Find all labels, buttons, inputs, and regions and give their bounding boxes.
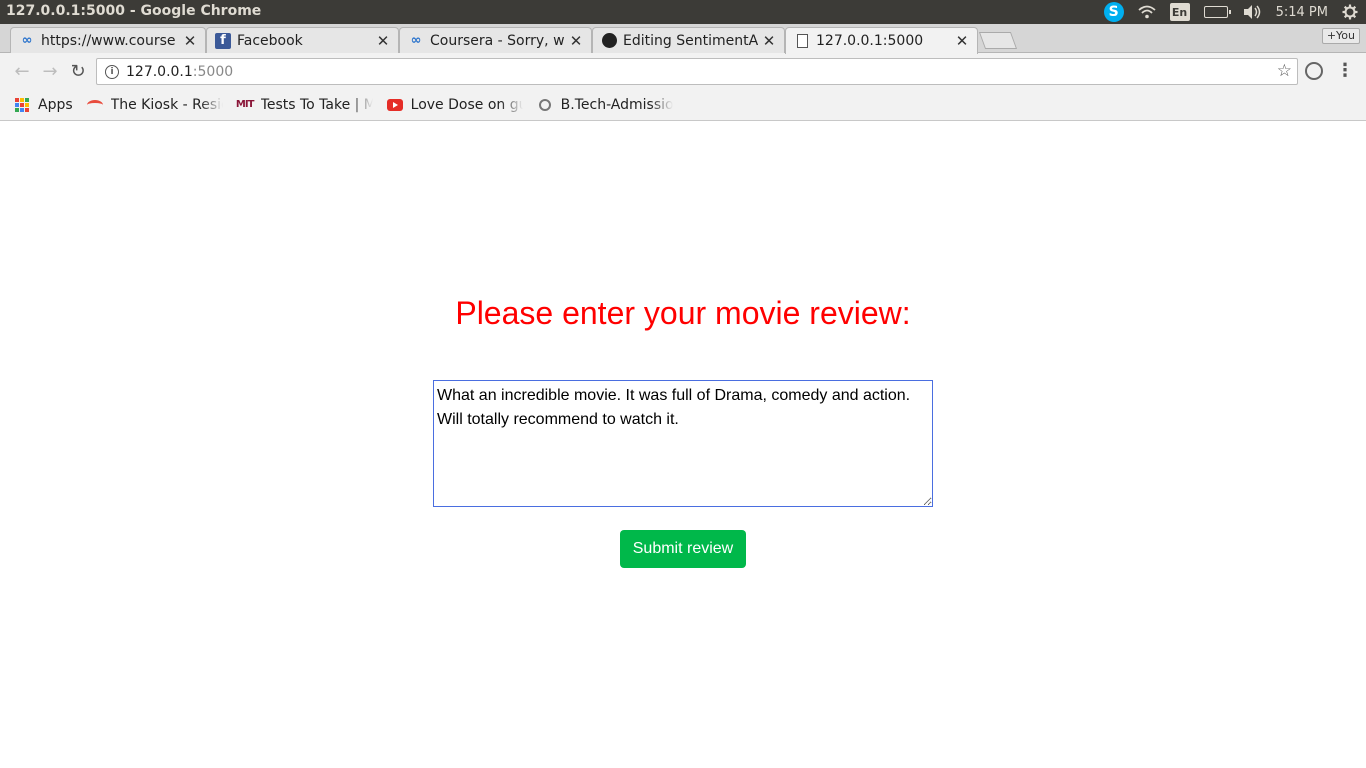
chrome-menu-icon[interactable]: ⋮ — [1336, 60, 1354, 81]
btech-icon — [537, 97, 553, 113]
new-tab-button[interactable] — [978, 32, 1018, 49]
address-bar[interactable]: i 127.0.0.1:5000 ☆ — [96, 58, 1298, 85]
tab-github-editing[interactable]: Editing SentimentA ✕ — [592, 27, 785, 53]
document-icon — [794, 33, 810, 49]
close-icon[interactable]: ✕ — [955, 32, 969, 50]
bookmarks-bar: Apps The Kiosk - Resid MIT Tests To Take… — [0, 89, 1366, 121]
forward-arrow-icon[interactable]: → — [38, 59, 62, 83]
os-top-panel: 127.0.0.1:5000 - Google Chrome S En 5:14… — [0, 0, 1366, 24]
window-title: 127.0.0.1:5000 - Google Chrome — [6, 3, 262, 19]
close-icon[interactable]: ✕ — [183, 32, 197, 50]
clock[interactable]: 5:14 PM — [1276, 0, 1328, 24]
tab-localhost[interactable]: 127.0.0.1:5000 ✕ — [785, 27, 978, 54]
keyboard-language-indicator[interactable]: En — [1169, 0, 1190, 24]
coursera-icon: ∞ — [21, 33, 33, 48]
mit-icon: MIT — [235, 99, 254, 110]
settings-gear-icon[interactable] — [1342, 0, 1358, 24]
bookmark-star-icon[interactable]: ☆ — [1277, 61, 1292, 81]
tab-title: Coursera - Sorry, we — [430, 32, 565, 49]
bookmark-love-dose[interactable]: Love Dose on gu — [386, 96, 523, 113]
bookmark-label: The Kiosk - Resid — [110, 96, 223, 113]
profile-button[interactable]: +You — [1321, 28, 1360, 44]
bookmark-label: Love Dose on gu — [410, 96, 523, 113]
url-port: :5000 — [192, 63, 234, 80]
close-icon[interactable]: ✕ — [762, 32, 776, 50]
close-icon[interactable]: ✕ — [376, 32, 390, 50]
bookmark-tests-to-take[interactable]: MIT Tests To Take | M — [235, 96, 373, 113]
battery-icon[interactable] — [1203, 0, 1231, 24]
browser-toolbar: ← → ↻ i 127.0.0.1:5000 ☆ ⋮ — [0, 53, 1366, 89]
reload-icon[interactable]: ↻ — [66, 59, 90, 83]
bookmark-the-kiosk[interactable]: The Kiosk - Resid — [86, 96, 223, 113]
tab-coursera[interactable]: ∞ https://www.course ✕ — [10, 27, 206, 53]
extension-icon[interactable] — [1305, 62, 1323, 80]
bookmark-label: Tests To Take | M — [260, 96, 373, 113]
url-host: 127.0.0.1 — [126, 63, 193, 80]
tab-coursera-sorry[interactable]: ∞ Coursera - Sorry, we ✕ — [399, 27, 592, 53]
page-content: Please enter your movie review: What an … — [0, 121, 1366, 768]
coursera-icon: ∞ — [410, 33, 422, 48]
tab-strip: ∞ https://www.course ✕ f Facebook ✕ ∞ Co… — [0, 24, 1366, 54]
tab-facebook[interactable]: f Facebook ✕ — [206, 27, 399, 53]
tab-title: Facebook — [237, 32, 303, 49]
kiosk-icon — [86, 97, 103, 113]
page-heading: Please enter your movie review: — [455, 295, 911, 331]
bookmark-label: Apps — [38, 96, 73, 113]
bookmark-apps[interactable]: Apps — [14, 97, 73, 113]
youtube-icon — [386, 97, 403, 113]
info-icon[interactable]: i — [105, 64, 119, 79]
facebook-icon: f — [215, 32, 231, 49]
tab-title: 127.0.0.1:5000 — [816, 33, 924, 49]
back-arrow-icon[interactable]: ← — [10, 59, 34, 83]
bookmark-label: B.Tech-Admissio — [560, 96, 673, 113]
wifi-icon[interactable] — [1138, 0, 1156, 24]
apps-grid-icon — [14, 97, 30, 113]
system-tray: S En 5:14 PM — [1103, 0, 1366, 24]
skype-icon[interactable]: S — [1103, 0, 1124, 24]
tab-title: Editing SentimentA — [623, 32, 758, 49]
submit-review-button[interactable]: Submit review — [620, 530, 746, 568]
movie-review-textarea[interactable]: What an incredible movie. It was full of… — [433, 380, 933, 507]
volume-icon[interactable] — [1242, 0, 1262, 24]
tab-title: https://www.course — [41, 32, 176, 49]
bookmark-btech-admission[interactable]: B.Tech-Admissio — [537, 97, 673, 113]
close-icon[interactable]: ✕ — [569, 32, 583, 50]
github-icon — [601, 33, 617, 49]
